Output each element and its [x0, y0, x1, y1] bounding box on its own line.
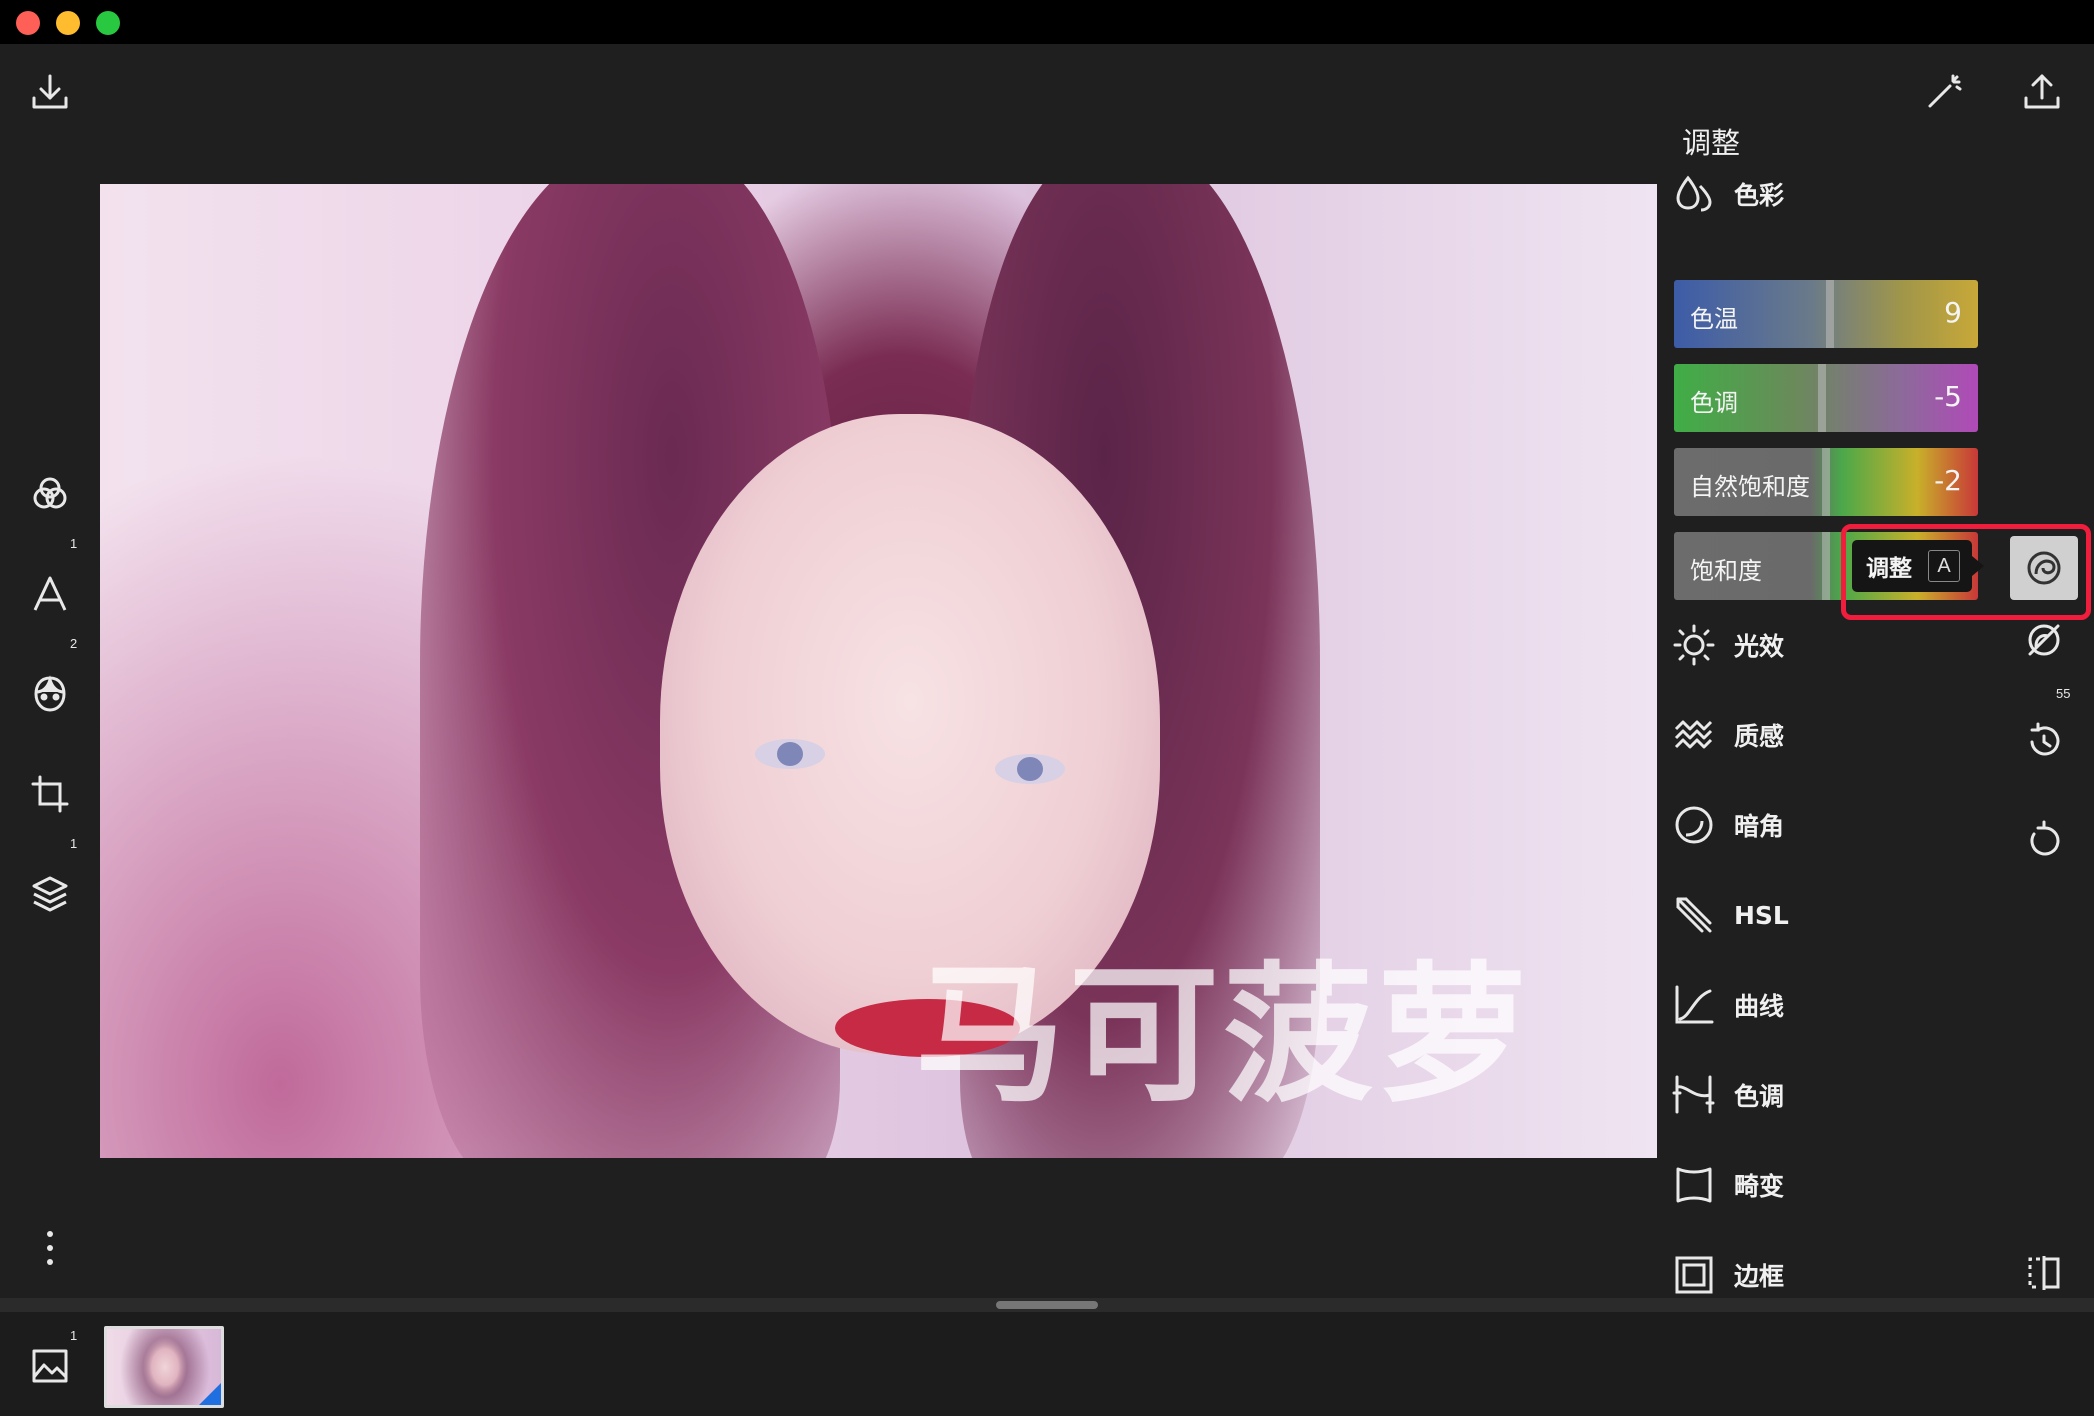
face-retouch-icon[interactable] [26, 670, 74, 718]
layers-icon[interactable] [26, 870, 74, 918]
curve-icon [1675, 985, 1714, 1024]
slider-tint-value: -5 [1934, 380, 1962, 413]
section-light[interactable]: 光效 [1672, 619, 1784, 671]
highlight-box [1841, 524, 2091, 620]
slider-temperature-handle[interactable] [1826, 280, 1834, 348]
slider-vibrance-value: -2 [1934, 464, 1962, 497]
filmstrip [0, 1312, 2094, 1416]
section-color[interactable]: 色彩 [1672, 168, 1784, 220]
section-texture[interactable]: 质感 [1672, 709, 1784, 761]
import-icon[interactable] [26, 68, 74, 116]
photo-eye-left [755, 739, 825, 769]
layers-badge: 1 [70, 836, 78, 851]
magic-wand-icon[interactable] [1920, 68, 1968, 116]
text-tool-badge: 1 [70, 536, 78, 551]
slider-temperature[interactable]: 色温 9 [1674, 280, 1978, 348]
filters-icon[interactable] [26, 470, 74, 518]
section-vignette[interactable]: 暗角 [1672, 799, 1784, 851]
window-maximize-button[interactable] [96, 11, 120, 35]
distortion-icon [1676, 1167, 1712, 1203]
color-drops-icon [1676, 175, 1712, 212]
section-frame-label: 边框 [1734, 1262, 1785, 1291]
section-texture-label: 质感 [1734, 722, 1785, 751]
slider-tint-handle[interactable] [1818, 364, 1826, 432]
section-distortion[interactable]: 畸变 [1672, 1159, 1784, 1211]
brush-icon [1676, 897, 1712, 933]
section-curves-label: 曲线 [1734, 992, 1785, 1021]
section-hsl-label: HSL [1734, 900, 1789, 930]
face-tool-badge: 2 [70, 636, 78, 651]
history-icon[interactable] [2020, 716, 2068, 764]
vignette-icon [1675, 806, 1713, 844]
slider-vibrance-label: 自然饱和度 [1690, 473, 1810, 501]
compare-icon[interactable] [2020, 1249, 2068, 1297]
photo-watermark-text[interactable]: 马可菠萝 [915, 914, 1531, 1131]
images-count-badge: 1 [70, 1328, 78, 1343]
panel-title: 调整 [1682, 126, 1741, 160]
section-tone-label: 色调 [1734, 1082, 1785, 1111]
reset-icon[interactable] [2020, 816, 2068, 864]
section-hsl[interactable]: HSL [1672, 889, 1789, 941]
slider-temperature-label: 色温 [1690, 305, 1738, 333]
section-vignette-label: 暗角 [1734, 812, 1785, 841]
photo-thumbnail[interactable] [104, 1326, 224, 1408]
slider-vibrance-handle[interactable] [1822, 448, 1830, 516]
more-options-icon[interactable] [26, 1224, 74, 1272]
slider-saturation-handle[interactable] [1822, 532, 1830, 600]
slider-temperature-value: 9 [1944, 296, 1962, 329]
export-icon[interactable] [2018, 68, 2066, 116]
text-tool-icon[interactable] [26, 570, 74, 618]
image-gallery-icon[interactable] [26, 1342, 74, 1390]
slider-tint[interactable]: 色调 -5 [1674, 364, 1978, 432]
window-minimize-button[interactable] [56, 11, 80, 35]
photo-canvas[interactable]: 马可菠萝 [100, 184, 1657, 1158]
editor-window: 1 2 1 马可菠萝 调整 色彩 色温 9 色调 -5 自然饱和度 -2 饱和度… [0, 44, 2094, 1416]
section-frame[interactable]: 边框 [1672, 1249, 1784, 1301]
slider-vibrance[interactable]: 自然饱和度 -2 [1674, 448, 1978, 516]
section-curves[interactable]: 曲线 [1672, 979, 1784, 1031]
frame-icon [1675, 1256, 1713, 1294]
disable-adjustments-icon[interactable] [2020, 616, 2068, 664]
section-color-label: 色彩 [1734, 181, 1785, 210]
slider-saturation-label: 饱和度 [1690, 557, 1762, 585]
section-tone[interactable]: 色调 [1672, 1069, 1784, 1121]
photo-eye-right [995, 754, 1065, 784]
section-light-label: 光效 [1734, 632, 1785, 661]
filmstrip-drag-handle[interactable] [996, 1301, 1098, 1309]
history-count-badge: 55 [2056, 686, 2071, 701]
crop-icon[interactable] [26, 770, 74, 818]
sun-icon [1673, 624, 1715, 666]
title-bar [0, 0, 2094, 44]
waves-icon [1674, 720, 1713, 749]
window-close-button[interactable] [16, 11, 40, 35]
slider-tint-label: 色调 [1690, 389, 1738, 417]
tone-icon [1672, 1075, 1715, 1114]
section-distortion-label: 畸变 [1734, 1172, 1785, 1201]
